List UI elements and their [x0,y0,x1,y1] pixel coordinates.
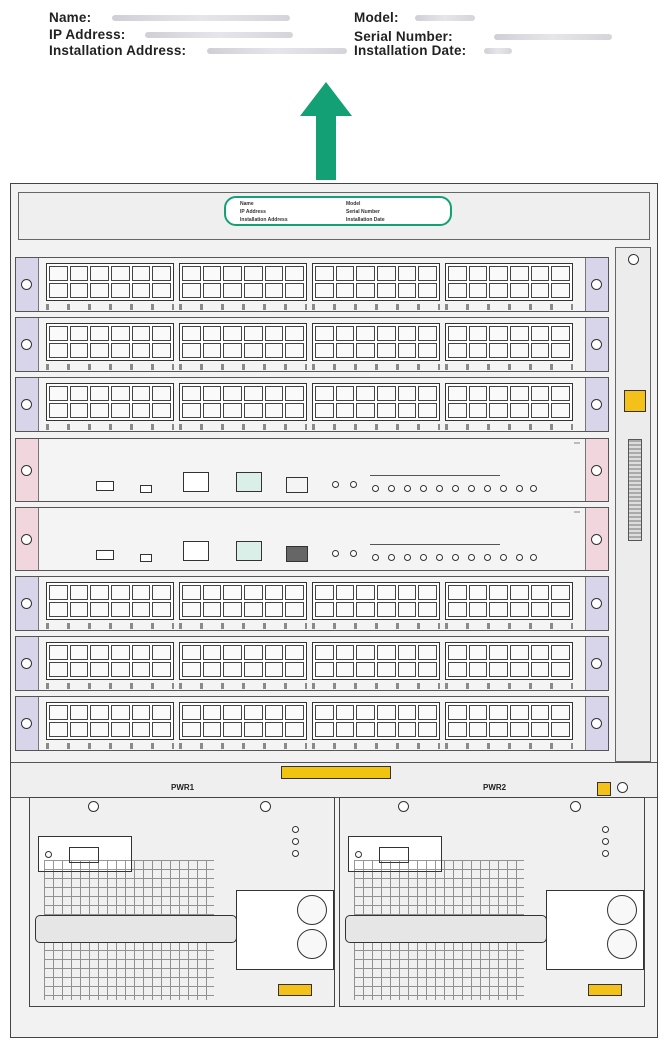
power-supply-1 [29,797,335,1007]
sfp-port [286,546,308,562]
blurred-value [494,34,612,40]
label-location-highlight: Name IP Address Installation Address Mod… [224,196,452,226]
port-group [312,263,440,301]
usb-port [96,550,114,560]
screw-icon [591,598,602,609]
blurred-value [145,32,293,38]
screw-icon [591,279,602,290]
dc-terminal [236,890,334,970]
screw-icon [398,801,409,812]
power-supply-2 [339,797,645,1007]
pwr2-label: PWR2 [483,783,507,792]
port-group [179,263,307,301]
interface-card [15,576,609,631]
screw-icon [21,718,32,729]
screw-icon [21,658,32,669]
fan-handle[interactable] [628,439,642,541]
warning-icon [624,390,646,412]
top-panel: Name IP Address Installation Address Mod… [18,192,650,240]
console-port [183,472,209,492]
negative-terminal[interactable] [607,895,637,925]
label-name: Name: [49,10,92,25]
port-group [46,263,174,301]
screw-icon [21,465,32,476]
pwr1-label: PWR1 [171,783,195,792]
console-port [183,541,209,561]
screw-icon [617,782,628,793]
mgmt-port [236,472,262,492]
control-card [15,507,609,571]
control-card [15,438,609,502]
warning-icon [588,984,622,996]
screw-icon [591,718,602,729]
label-model: Model: [354,10,399,25]
screw-icon [591,339,602,350]
warning-icon [278,984,312,996]
interface-card [15,377,609,432]
screw-icon [21,279,32,290]
up-arrow-icon [300,82,352,180]
positive-terminal[interactable] [297,929,327,959]
screw-icon [21,339,32,350]
interface-card [15,317,609,372]
esd-icon [597,782,611,796]
dc-terminal [546,890,644,970]
screw-icon [21,598,32,609]
port-group [445,263,573,301]
blurred-value [207,48,347,54]
screw-icon [570,801,581,812]
interface-card [15,636,609,691]
interface-card [15,257,609,312]
blurred-value [484,48,512,54]
blurred-value [112,15,290,21]
label-install-date: Installation Date: [354,43,467,58]
usb-port [140,554,152,562]
warning-icon [281,766,391,779]
screw-icon [21,534,32,545]
screw-icon [88,801,99,812]
screw-icon [628,254,639,265]
psu-handle[interactable] [345,915,547,943]
device-label: Name: IP Address: Installation Address: … [0,0,670,70]
negative-terminal[interactable] [297,895,327,925]
positive-terminal[interactable] [607,929,637,959]
interface-card [15,696,609,751]
fan-side-panel [615,247,651,762]
card-slots [15,247,609,757]
power-label-strip: PWR1 PWR2 [11,762,657,798]
label-serial: Serial Number: [354,29,453,44]
usb-port [140,485,152,493]
screw-icon [591,399,602,410]
sfp-port [286,477,308,493]
psu-handle[interactable] [35,915,237,943]
screw-icon [591,534,602,545]
device-chassis: Name IP Address Installation Address Mod… [10,183,658,1038]
label-install-addr: Installation Address: [49,43,187,58]
blurred-value [415,15,475,21]
mgmt-port [236,541,262,561]
usb-port [96,481,114,491]
screw-icon [260,801,271,812]
screw-icon [591,465,602,476]
label-ip: IP Address: [49,27,126,42]
screw-icon [21,399,32,410]
screw-icon [591,658,602,669]
